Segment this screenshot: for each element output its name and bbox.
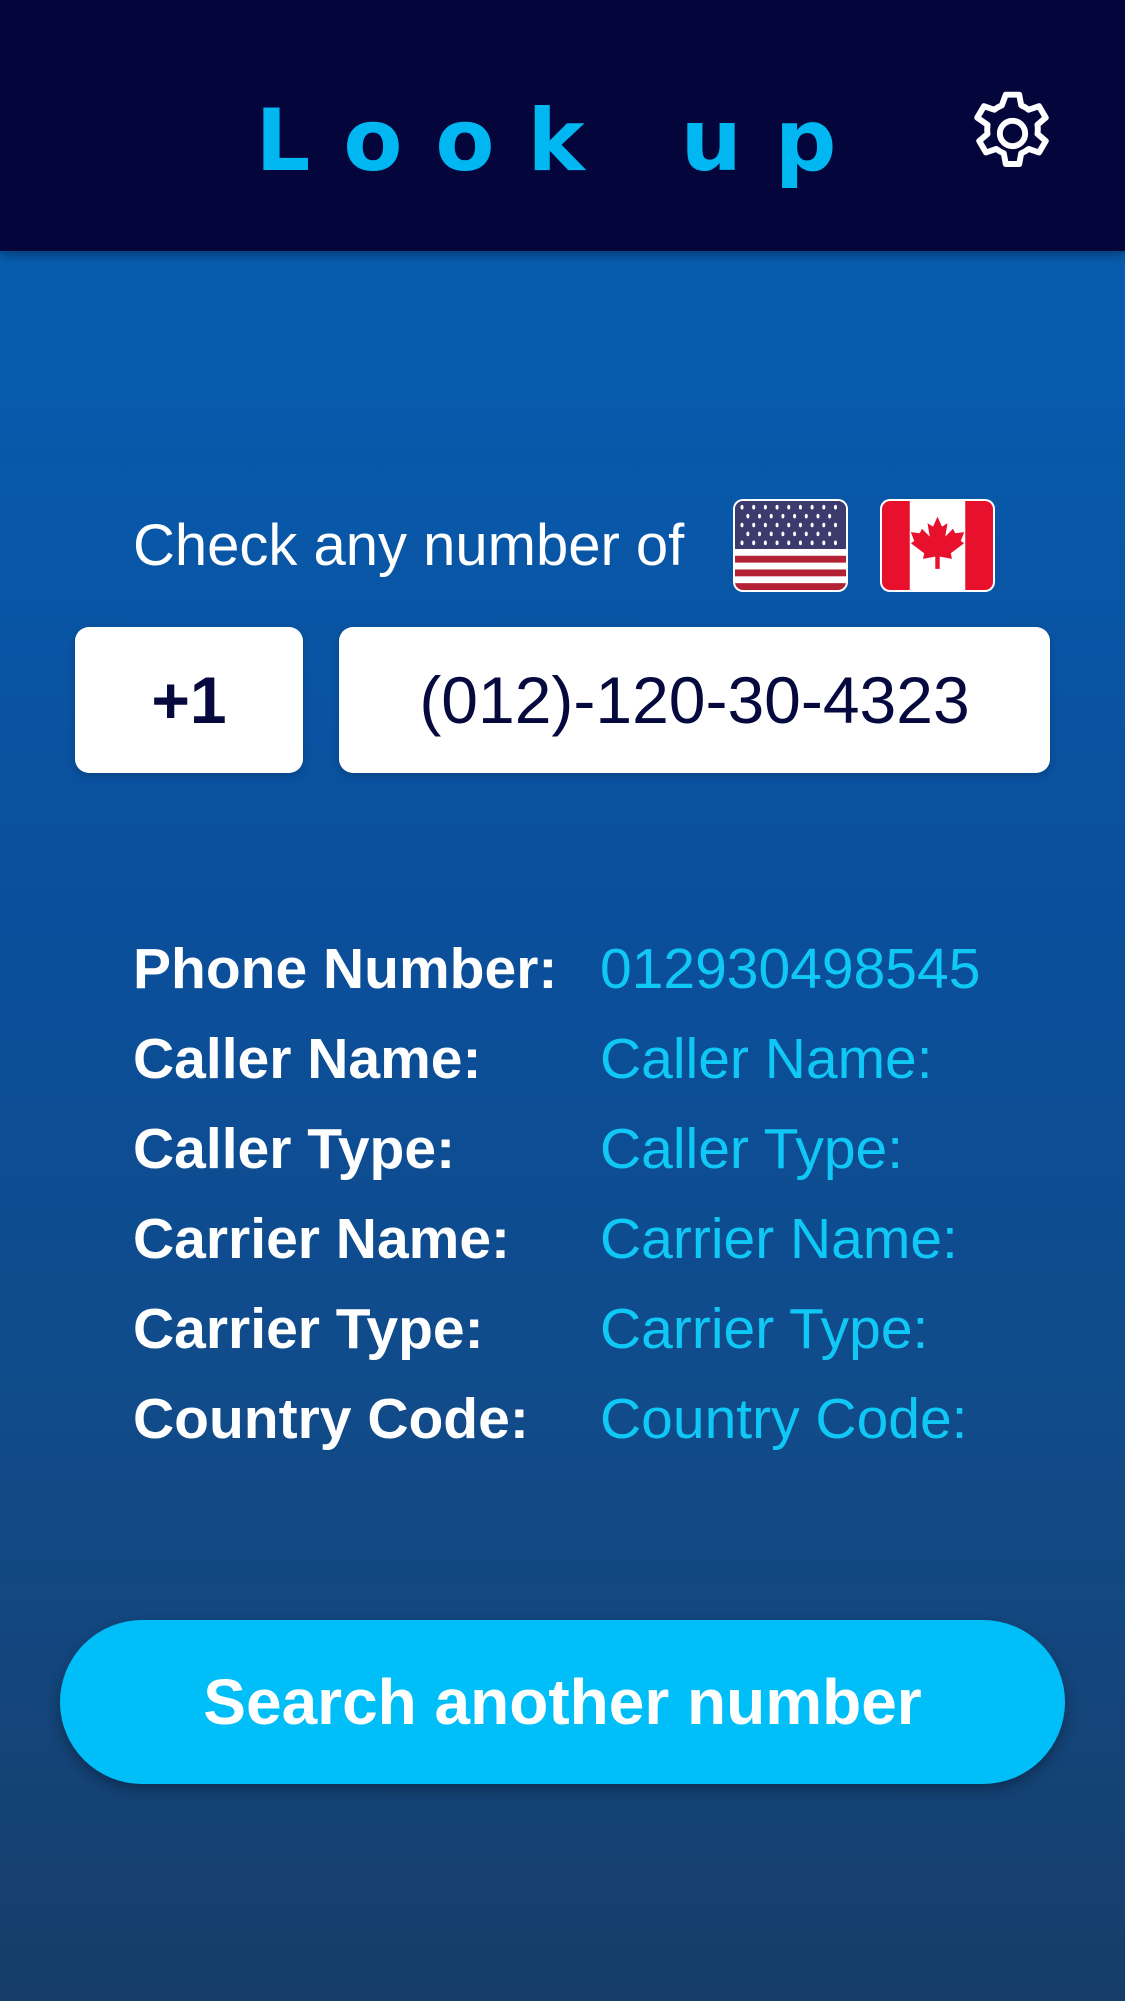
phone-number-field[interactable]: (012)-120-30-4323	[339, 627, 1050, 773]
check-any-number-label: Check any number of	[133, 513, 685, 578]
carrier-type-label: Carrier Type:	[133, 1297, 484, 1361]
app-title: Look up	[255, 91, 870, 191]
country-code-value: Country Code:	[600, 1387, 968, 1451]
search-another-number-button[interactable]: Search another number	[60, 1620, 1065, 1784]
phone-number-value: 012930498545	[600, 937, 981, 1001]
top-app-bar: Look up	[0, 0, 1125, 251]
country-code-label: Country Code:	[133, 1387, 529, 1451]
canada-flag-icon	[882, 501, 993, 590]
settings-button[interactable]	[965, 86, 1060, 181]
carrier-name-label: Carrier Name:	[133, 1207, 511, 1271]
carrier-name-value: Carrier Name:	[600, 1207, 958, 1271]
lookup-screen: Look up Check any number of +1 (012)-120…	[0, 0, 1125, 2001]
gear-icon	[974, 91, 1049, 167]
caller-type-label: Caller Type:	[133, 1117, 456, 1181]
us-flag-icon	[735, 501, 846, 590]
country-code-field[interactable]: +1	[75, 627, 303, 773]
phone-number-label: Phone Number:	[133, 937, 558, 1001]
caller-name-label: Caller Name:	[133, 1027, 482, 1091]
carrier-type-value: Carrier Type:	[600, 1297, 929, 1361]
caller-type-value: Caller Type:	[600, 1117, 904, 1181]
caller-name-value: Caller Name:	[600, 1027, 933, 1091]
